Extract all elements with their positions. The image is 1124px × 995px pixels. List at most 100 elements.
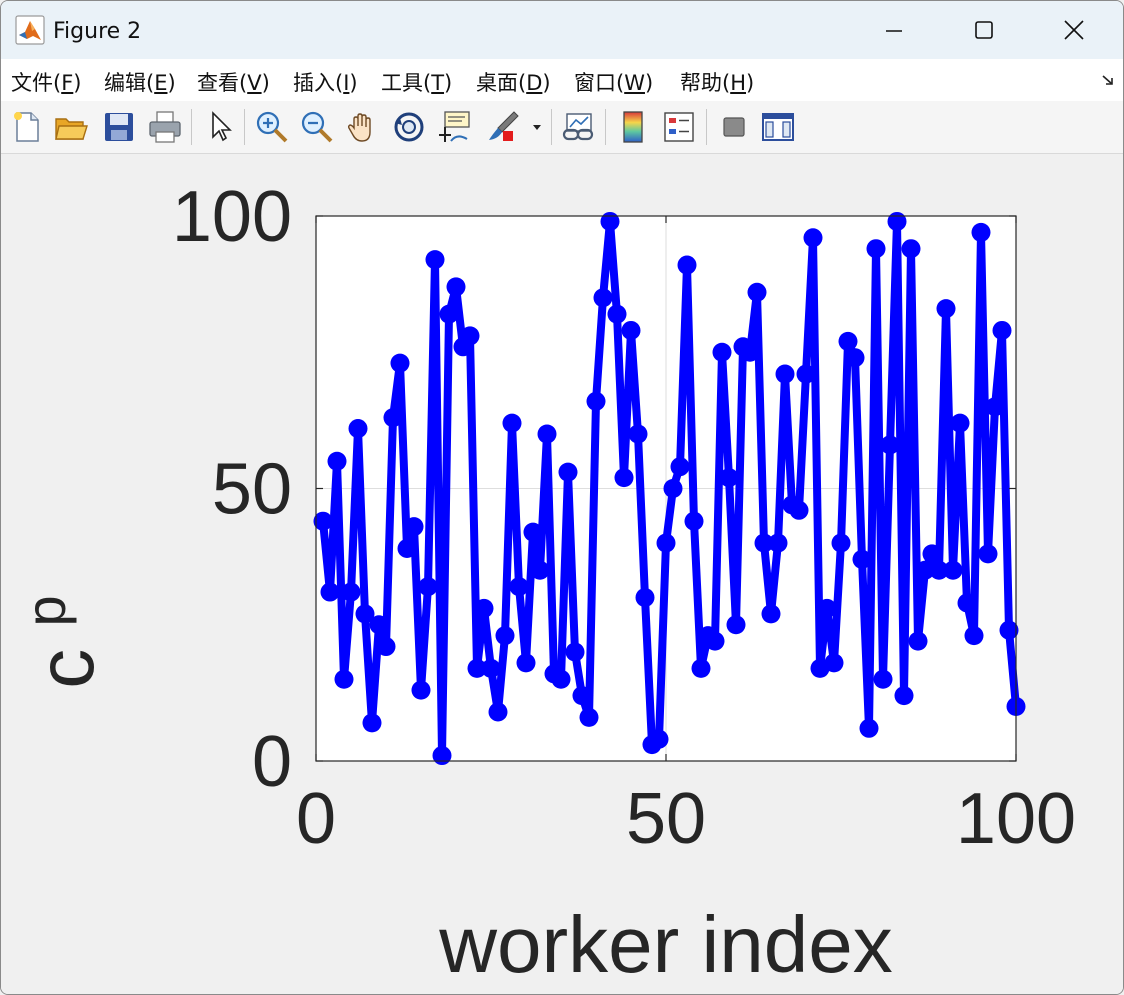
y-tick-label: 50 [212,450,292,530]
data-point [817,598,837,618]
data-point [908,631,928,651]
save-icon [105,113,133,141]
data-point [411,680,431,700]
matlab-logo-icon [15,15,45,45]
data-point [572,686,592,706]
data-point [565,642,585,662]
data-point [446,277,466,297]
data-point [978,544,998,564]
data-point [775,364,795,384]
data-point [586,391,606,411]
menu-file[interactable]: 文件(F) [11,67,82,97]
data-point [880,435,900,455]
data-point [488,702,508,722]
menu-view[interactable]: 查看(V) [197,67,270,97]
data-point [341,582,361,602]
figure-toolbar [1,101,1123,154]
toolbar-separator [191,109,192,145]
new-figure-button[interactable] [9,109,45,145]
data-point [635,588,655,607]
close-button[interactable] [1029,1,1119,59]
data-point [600,211,620,231]
data-point [621,320,641,340]
menu-help[interactable]: 帮助(H) [680,67,754,97]
show-plot-tools-button[interactable] [760,109,796,145]
maximize-button[interactable] [939,1,1029,59]
menu-insert[interactable]: 插入(I) [293,67,358,97]
data-cursor-icon [439,111,470,142]
toolbar-separator [605,109,606,145]
print-button[interactable] [147,109,183,145]
data-point [502,413,522,433]
colorbar-button[interactable] [615,109,651,145]
save-button[interactable] [101,109,137,145]
minimize-button[interactable] [849,1,939,59]
menu-tools[interactable]: 工具(T) [381,67,452,97]
menu-edit[interactable]: 编辑(E) [104,67,176,97]
menu-bar: 文件(F) 编辑(E) 查看(V) 插入(I) 工具(T) 桌面(D) 窗口(W… [1,59,1123,101]
data-point [789,500,809,520]
close-icon [1064,20,1084,40]
data-point [614,468,634,488]
data-point [383,408,403,428]
rotate-3d-button[interactable] [391,109,427,145]
open-file-icon [55,118,88,140]
data-point [677,255,697,275]
dock-arrow-icon[interactable] [1101,73,1115,87]
data-point [950,413,970,433]
data-point [838,331,858,351]
open-file-button[interactable] [53,109,89,145]
show-plot-tools-icon [762,113,794,141]
data-point [705,631,725,651]
data-point [579,707,599,727]
data-point [607,304,627,324]
menu-desktop[interactable]: 桌面(D) [476,67,551,97]
data-point [803,228,823,248]
x-tick-label: 100 [956,779,1076,859]
data-point [824,653,844,673]
menu-window[interactable]: 窗口(W) [574,67,653,97]
figure-canvas: 0 50 100 0 50 100 worker index c p [1,154,1123,994]
legend-icon [664,112,694,142]
data-point [670,457,690,477]
data-point [866,239,886,259]
legend-button[interactable] [661,109,697,145]
data-point [684,511,704,531]
x-tick-label: 0 [296,779,336,859]
hide-plot-tools-button[interactable] [716,109,752,145]
data-point [376,637,396,657]
brush-dropdown-button[interactable] [529,109,545,145]
data-point [530,560,550,580]
zoom-out-button[interactable] [299,109,335,145]
data-point [740,342,760,362]
select-arrow-icon [212,111,232,142]
data-point [425,250,445,270]
toolbar-separator [706,109,707,145]
data-point [369,615,389,635]
pan-button[interactable] [345,109,381,145]
toolbar-separator [244,109,245,145]
select-button[interactable] [202,109,238,145]
data-point [992,320,1012,340]
data-point [768,533,788,553]
data-point [726,615,746,635]
data-point [432,746,452,766]
toolbar-separator [551,109,552,145]
brush-button[interactable] [483,109,519,145]
data-point [971,222,991,242]
data-point [523,522,543,542]
data-point [649,729,669,749]
brush-icon [489,111,519,141]
data-point [691,658,711,678]
y-axis-label-main: c [21,649,110,689]
data-cursor-button[interactable] [437,109,473,145]
minimize-icon [886,30,902,32]
title-bar[interactable]: Figure 2 [1,1,1123,59]
data-point [348,419,368,439]
data-point [656,533,676,553]
pan-hand-icon [347,113,371,142]
data-point [901,239,921,259]
zoom-out-icon [301,111,333,143]
link-plot-button[interactable] [561,109,597,145]
zoom-in-button[interactable] [254,109,290,145]
